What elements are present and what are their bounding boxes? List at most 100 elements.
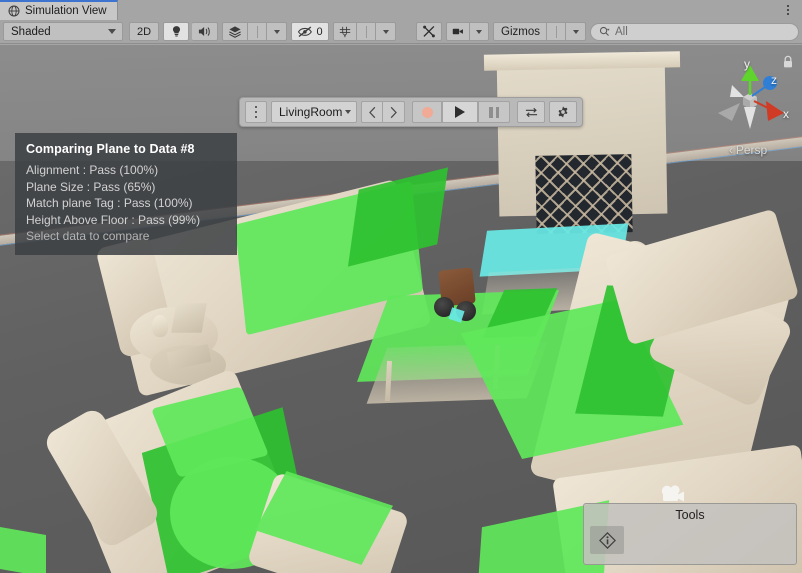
x-axis-cone [766,101,784,121]
chevron-down-icon [108,29,116,34]
scene-selector-dropdown[interactable]: LivingRoom_1 [271,101,357,123]
play-button[interactable] [442,101,478,123]
camera-group [446,22,490,41]
globe-icon [8,5,20,17]
tab-strip: Simulation View [0,0,802,20]
gizmos-label: Gizmos [501,25,540,38]
tab-strip-spacer [118,0,778,20]
search-input[interactable]: All [590,22,799,41]
separator-line [365,25,367,38]
scene-toolbar: Shaded 2D 0 Gizmos All [0,20,802,44]
x-axis-label: x [783,107,789,121]
simulation-playback-bar: LivingRoom_1 [239,97,583,127]
play-icon [455,106,465,118]
kebab-dot [254,105,258,109]
info-line-alignment: Alignment : Pass (100%) [26,163,159,177]
grid-icon [339,26,351,37]
fx-toggle-button[interactable] [222,22,248,41]
tab-simulation-view[interactable]: Simulation View [0,0,118,20]
scene-axis-gizmo[interactable]: y z x ‹ Persp [704,51,796,161]
effects-icon [229,26,241,38]
playback-settings-button[interactable] [549,101,577,123]
gizmos-dropdown-button[interactable] [566,22,586,41]
grid-dropdown-button[interactable] [376,22,396,41]
pause-button[interactable] [478,101,510,123]
scene-step-group [361,101,405,123]
kebab-menu-icon [254,105,258,119]
loop-icon [525,107,537,117]
record-button[interactable] [412,101,442,123]
lighting-toggle-button[interactable] [163,22,189,41]
info-panel-hint: Select data to compare [26,229,150,243]
gear-icon [558,106,568,118]
fx-separator [248,22,267,41]
grid-group [333,22,396,41]
pause-bar [489,106,493,118]
scene-fireplace-opening [535,154,633,234]
record-icon [421,106,433,118]
info-diamond-icon [598,531,616,549]
loop-button[interactable] [517,101,545,123]
simulation-view-window: Simulation View Shaded 2D 0 Gizmos All C… [0,0,802,573]
tools-icon [423,25,435,38]
chevron-down-icon [382,29,389,34]
toggle-2d-button[interactable]: 2D [129,22,159,41]
scene-fireplace-mantel [483,51,681,71]
pause-bar [495,106,499,118]
scene-camera-button[interactable] [446,22,471,41]
view-toggles-group: 2D [129,22,159,41]
chevron-left-icon: ‹ [728,143,733,157]
y-axis-label: y [744,57,750,71]
scene-plane-highlight-left-edge [0,526,46,573]
hidden-objects-count: 0 [316,25,323,38]
kebab-dot [787,13,789,15]
gizmos-toggle-button[interactable]: Gizmos [493,22,547,41]
negative-y-axis-cone [744,107,756,129]
kebab-dot [787,9,789,11]
projection-mode-label[interactable]: ‹ Persp [704,143,792,157]
search-icon [599,26,610,36]
toggle-2d-label: 2D [136,25,152,38]
chevron-left-icon [368,106,375,118]
gizmos-group: Gizmos [493,22,586,41]
eye-slash-icon [298,26,313,38]
next-scene-button[interactable] [383,101,405,123]
kebab-dot [254,110,258,114]
search-placeholder: All [615,25,628,38]
gizmos-separator [547,22,566,41]
window-overflow-menu-button[interactable] [778,0,798,20]
speaker-icon [198,27,210,36]
audio-toggle-button[interactable] [192,22,218,41]
tools-info-button[interactable] [590,526,624,554]
draw-mode-label: Shaded [11,25,51,38]
fx-dropdown-button[interactable] [267,22,287,41]
info-line-plane-size: Plane Size : Pass (65%) [26,179,156,194]
grid-separator [357,22,376,41]
chevron-down-icon [273,29,280,34]
hidden-objects-button[interactable]: 0 [291,22,329,41]
chevron-down-icon [345,110,351,114]
scene-tools-button[interactable] [416,22,443,41]
tab-label: Simulation View [25,5,107,17]
chevron-right-icon [390,106,397,118]
chevron-down-icon [476,29,483,34]
tools-panel-title: Tools [675,508,705,522]
camera-dropdown-button[interactable] [470,22,490,41]
scene-selector-label: LivingRoom_1 [279,105,342,119]
lightbulb-icon [172,26,180,37]
info-line-height-above-floor: Height Above Floor : Pass (99%) [26,212,201,227]
negative-z-axis-cone [730,85,744,97]
projection-label-text: Persp [735,143,768,157]
transport-controls-group [412,101,510,123]
previous-scene-button[interactable] [361,101,383,123]
chevron-down-icon [572,29,579,34]
lock-icon[interactable] [782,55,794,74]
grid-toggle-button[interactable] [333,22,357,41]
tools-panel: Tools [583,503,797,565]
scene-viewport[interactable]: Comparing Plane to Data #8 Alignment : P… [0,45,802,573]
playback-menu-button[interactable] [245,101,267,123]
draw-mode-dropdown[interactable]: Shaded [3,22,123,41]
fx-group [222,22,287,41]
kebab-dot [254,115,258,119]
pause-icon [489,106,499,118]
